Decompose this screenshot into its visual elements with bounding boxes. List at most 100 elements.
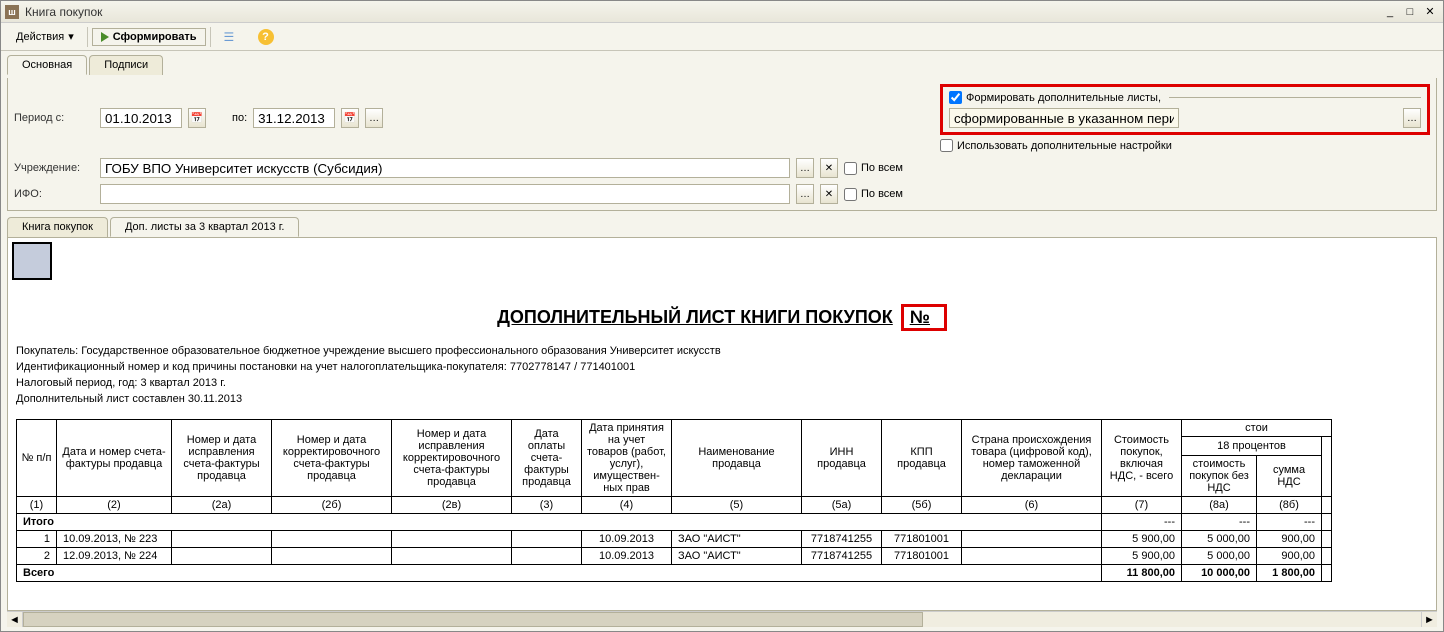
scroll-right-icon[interactable]: ► — [1421, 612, 1437, 627]
extra-sheets-label: Формировать дополнительные листы, — [966, 92, 1161, 104]
settings-icon — [224, 30, 238, 44]
th-num: № п/п — [17, 420, 57, 497]
titlebar: ш Книга покупок _ □ ✕ — [1, 1, 1443, 23]
table-cell: 7718741255 — [802, 548, 882, 565]
table-cell — [1322, 565, 1332, 582]
table-cell: 10.09.2013 — [582, 548, 672, 565]
maximize-button[interactable]: □ — [1401, 4, 1419, 20]
cn-2a: (2а) — [172, 497, 272, 514]
cn-2v: (2в) — [392, 497, 512, 514]
filter-panel: Период с: 📅 по: 📅 … Формировать дополнит… — [7, 78, 1437, 211]
ifo-input[interactable] — [100, 184, 790, 204]
inn-line: Идентификационный номер и код причины по… — [16, 359, 1428, 375]
table-cell — [962, 531, 1102, 548]
org-clear-button[interactable]: ✕ — [820, 158, 838, 178]
highlighted-options: Формировать дополнительные листы, … — [940, 84, 1430, 135]
scroll-thumb[interactable] — [23, 612, 923, 627]
cn-6: (6) — [962, 497, 1102, 514]
settings-button[interactable] — [215, 27, 247, 47]
cn-8b: (8б) — [1257, 497, 1322, 514]
app-icon: ш — [5, 5, 19, 19]
ifo-all-checkbox[interactable] — [844, 188, 857, 201]
table-cell — [1322, 531, 1332, 548]
cn-5: (5) — [672, 497, 802, 514]
report-table: № п/п Дата и номер счета-фактуры продавц… — [16, 419, 1332, 582]
toolbar: Действия ▾ Сформировать ? — [1, 23, 1443, 51]
extra-settings-checkbox[interactable] — [940, 139, 953, 152]
org-all-checkbox[interactable] — [844, 162, 857, 175]
table-cell: 12.09.2013, № 224 — [57, 548, 172, 565]
th-2b: Номер и дата корректировочного счета-фак… — [272, 420, 392, 497]
table-cell: 771801001 — [882, 531, 962, 548]
report-title-text: ДОПОЛНИТЕЛЬНЫЙ ЛИСТ КНИГИ ПОКУПОК — [497, 307, 893, 328]
separator — [87, 27, 88, 47]
th-7: Стоимость покупок, включая НДС, - всего — [1102, 420, 1182, 497]
table-cell — [172, 548, 272, 565]
help-button[interactable]: ? — [249, 26, 283, 48]
minimize-button[interactable]: _ — [1381, 4, 1399, 20]
mode-dots-button[interactable]: … — [1403, 108, 1421, 128]
actions-dropdown[interactable]: Действия ▾ — [7, 27, 83, 46]
ifo-clear-button[interactable]: ✕ — [820, 184, 838, 204]
number-highlight: № — [901, 304, 947, 331]
table-cell: 11 800,00 — [1102, 565, 1182, 582]
table-cell: --- — [1102, 514, 1182, 531]
period-from-input[interactable] — [100, 108, 182, 128]
table-cell: 7718741255 — [802, 531, 882, 548]
table-cell — [1322, 514, 1332, 531]
th-6: Страна происхождения товара (цифровой ко… — [962, 420, 1102, 497]
table-cell: 5 000,00 — [1182, 548, 1257, 565]
scroll-left-icon[interactable]: ◄ — [7, 612, 23, 627]
table-cell — [962, 548, 1102, 565]
buyer-line: Покупатель: Государственное образователь… — [16, 343, 1428, 359]
table-cell: 10.09.2013, № 223 — [57, 531, 172, 548]
th-5a: ИНН продавца — [802, 420, 882, 497]
period-dots-button[interactable]: … — [365, 108, 383, 128]
table-cell — [392, 548, 512, 565]
org-input[interactable] — [100, 158, 790, 178]
extra-sheets-mode-input[interactable] — [949, 108, 1179, 128]
table-cell: Всего — [17, 565, 1102, 582]
fieldset-line — [1169, 97, 1421, 98]
cn-edge — [1322, 497, 1332, 514]
help-icon: ? — [258, 29, 274, 45]
report-title: ДОПОЛНИТЕЛЬНЫЙ ЛИСТ КНИГИ ПОКУПОК № — [8, 304, 1436, 331]
table-cell: 1 800,00 — [1257, 565, 1322, 582]
table-cell — [392, 531, 512, 548]
form-button[interactable]: Сформировать — [92, 28, 206, 46]
cn-2: (2) — [57, 497, 172, 514]
org-dots-button[interactable]: … — [796, 158, 814, 178]
table-cell: 771801001 — [882, 548, 962, 565]
cn-5b: (5б) — [882, 497, 962, 514]
report-tabs: Книга покупок Доп. листы за 3 квартал 20… — [7, 217, 1437, 237]
extra-sheets-checkbox[interactable] — [949, 91, 962, 104]
table-cell — [272, 531, 392, 548]
tab-signatures[interactable]: Подписи — [89, 55, 163, 75]
close-button[interactable]: ✕ — [1421, 4, 1439, 20]
calendar-icon[interactable]: 📅 — [341, 108, 359, 128]
period-to-input[interactable] — [253, 108, 335, 128]
table-cell: --- — [1257, 514, 1322, 531]
report-viewport[interactable]: ДОПОЛНИТЕЛЬНЫЙ ЛИСТ КНИГИ ПОКУПОК № Поку… — [7, 237, 1437, 611]
th-8b: сумма НДС — [1257, 456, 1322, 497]
horizontal-scrollbar[interactable]: ◄ ► — [7, 611, 1437, 627]
th-5: Наименование продавца — [672, 420, 802, 497]
table-cell — [1322, 548, 1332, 565]
tab-extra-sheets[interactable]: Доп. листы за 3 квартал 2013 г. — [110, 217, 300, 237]
tab-book[interactable]: Книга покупок — [7, 217, 108, 237]
table-cell: Итого — [17, 514, 1102, 531]
ifo-dots-button[interactable]: … — [796, 184, 814, 204]
tab-main[interactable]: Основная — [7, 55, 87, 75]
calendar-icon[interactable]: 📅 — [188, 108, 206, 128]
cn-7: (7) — [1102, 497, 1182, 514]
th-3: Дата оплаты счета-фактуры продавца — [512, 420, 582, 497]
th-2a: Номер и дата исправления счета-фактуры п… — [172, 420, 272, 497]
table-cell: 10.09.2013 — [582, 531, 672, 548]
date-line: Дополнительный лист составлен 30.11.2013 — [16, 391, 1428, 407]
th-stoi: стои — [1182, 420, 1332, 437]
org-label: Учреждение: — [14, 162, 94, 174]
th-date-num: Дата и номер счета-фактуры продавца — [57, 420, 172, 497]
table-cell: 2 — [17, 548, 57, 565]
ifo-label: ИФО: — [14, 188, 94, 200]
actions-label: Действия — [16, 31, 64, 43]
